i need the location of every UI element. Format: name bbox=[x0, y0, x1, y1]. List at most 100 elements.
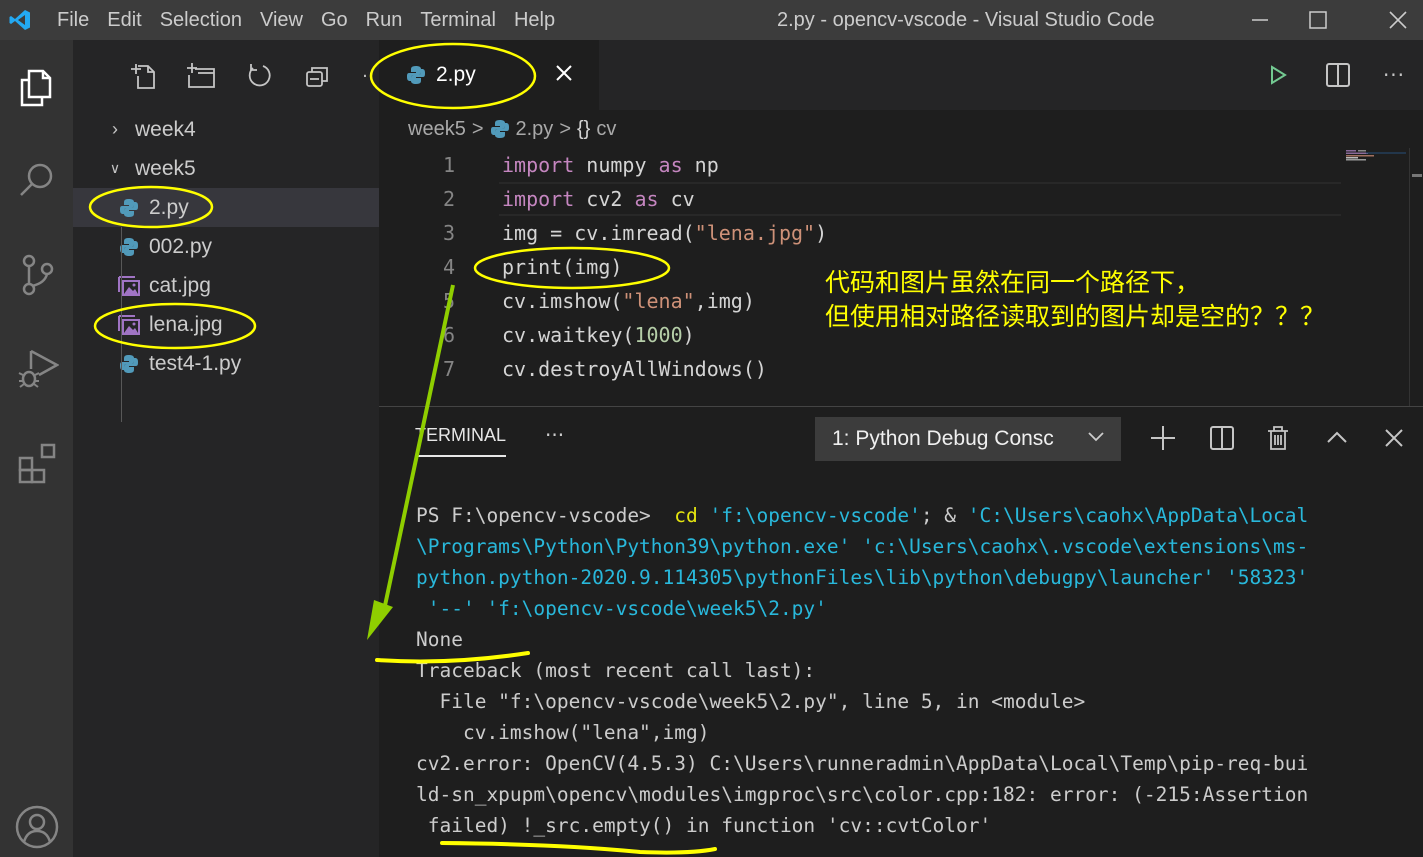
activity-explorer[interactable] bbox=[0, 52, 73, 122]
activity-accounts[interactable] bbox=[0, 792, 73, 857]
code-token: import bbox=[502, 187, 575, 211]
close-icon bbox=[1389, 11, 1407, 29]
close-panel-button[interactable] bbox=[1377, 421, 1411, 455]
terminal-output[interactable]: PS F:\opencv-vscode> cd 'f:\opencv-vscod… bbox=[416, 500, 1416, 841]
maximize-button[interactable] bbox=[1290, 0, 1346, 40]
more-icon: · bbox=[362, 65, 368, 87]
kill-terminal-button[interactable] bbox=[1261, 421, 1295, 455]
explorer-sidebar: · › week4 ∨ week5 2.py 002.py cat.jpg le… bbox=[73, 40, 379, 857]
run-debug-icon bbox=[18, 349, 59, 388]
menu-view[interactable]: View bbox=[251, 0, 312, 40]
code-token: cv.waitkey( bbox=[502, 323, 635, 347]
terminal-segment: Traceback (most recent call last): bbox=[416, 659, 816, 682]
activity-extensions[interactable] bbox=[0, 428, 73, 498]
scrollbar-thumb[interactable] bbox=[1412, 174, 1422, 177]
code-token: ,img) bbox=[694, 289, 755, 313]
tab-2py[interactable]: 2.py bbox=[379, 40, 599, 110]
panel-more-button[interactable]: ··· bbox=[545, 423, 564, 447]
bottom-panel: TERMINAL ··· 1: Python Debug Consc PS F:… bbox=[379, 406, 1423, 857]
code-token: "lena.jpg" bbox=[694, 221, 816, 245]
tree-file-test4-1py[interactable]: test4-1.py bbox=[73, 344, 379, 383]
menu-edit[interactable]: Edit bbox=[98, 0, 150, 40]
tree-label: lena.jpg bbox=[149, 312, 223, 336]
breadcrumb-symbol[interactable]: cv bbox=[596, 118, 616, 141]
maximize-panel-button[interactable] bbox=[1320, 421, 1354, 455]
terminal-line: None bbox=[416, 624, 1416, 655]
extensions-icon bbox=[18, 443, 55, 484]
terminal-segment: File "f:\opencv-vscode\week5\2.py", line… bbox=[416, 690, 1086, 713]
line-number: 4 bbox=[442, 255, 455, 279]
explorer-more-button[interactable]: · bbox=[355, 60, 375, 92]
refresh-explorer-button[interactable] bbox=[243, 60, 275, 92]
code-line[interactable]: 7 cv.destroyAllWindows() bbox=[379, 352, 1339, 386]
code-token: numpy bbox=[574, 153, 659, 177]
minimize-button[interactable] bbox=[1232, 0, 1288, 40]
code-token: "lena" bbox=[622, 289, 695, 313]
annotation-note: 代码和图片虽然在同一个路径下， 但使用相对路径读取到的图片却是空的？？？ bbox=[825, 268, 1326, 331]
tab-terminal[interactable]: TERMINAL bbox=[415, 425, 507, 457]
line-number: 7 bbox=[442, 357, 455, 381]
terminal-segment: ld-sn_xpupm\opencv\modules\imgproc\src\c… bbox=[416, 783, 1309, 806]
terminal-segment: cd bbox=[674, 504, 698, 527]
menu-help[interactable]: Help bbox=[505, 0, 564, 40]
close-window-button[interactable] bbox=[1370, 0, 1423, 40]
split-editor-button[interactable] bbox=[1321, 58, 1355, 92]
vscode-logo-icon bbox=[0, 0, 40, 40]
source-control-icon bbox=[22, 254, 53, 296]
python-file-icon bbox=[117, 197, 141, 219]
new-file-icon bbox=[131, 64, 155, 89]
tree-file-002py[interactable]: 002.py bbox=[73, 227, 379, 266]
tree-file-lenajpg[interactable]: lena.jpg bbox=[73, 305, 379, 344]
new-file-button[interactable] bbox=[128, 60, 160, 92]
line-number: 1 bbox=[442, 153, 455, 177]
line-number: 2 bbox=[442, 187, 455, 211]
collapse-all-button[interactable] bbox=[301, 60, 333, 92]
terminal-line: PS F:\opencv-vscode> cd 'f:\opencv-vscod… bbox=[416, 500, 1416, 531]
terminal-segment: None bbox=[416, 628, 463, 651]
activity-run-debug[interactable] bbox=[0, 332, 73, 402]
chevron-right-icon: › bbox=[112, 119, 118, 139]
menu-file[interactable]: File bbox=[48, 0, 98, 40]
breadcrumb-folder[interactable]: week5 bbox=[408, 118, 466, 141]
tree-file-catjpg[interactable]: cat.jpg bbox=[73, 266, 379, 305]
split-terminal-button[interactable] bbox=[1205, 421, 1239, 455]
chevron-down-icon bbox=[1085, 425, 1107, 453]
terminal-select-dropdown[interactable]: 1: Python Debug Consc bbox=[815, 417, 1121, 461]
menu-go[interactable]: Go bbox=[312, 0, 357, 40]
code-line[interactable]: 2 import cv2 as cv bbox=[379, 182, 1341, 216]
code-line[interactable]: 3 img = cv.imread("lena.jpg") bbox=[379, 216, 1339, 250]
editor-more-actions-button[interactable]: ··· bbox=[1377, 58, 1411, 92]
menu-run[interactable]: Run bbox=[357, 0, 412, 40]
menu-terminal[interactable]: Terminal bbox=[411, 0, 505, 40]
terminal-line: Traceback (most recent call last): bbox=[416, 655, 1416, 686]
new-terminal-button[interactable] bbox=[1146, 421, 1180, 455]
split-terminal-icon bbox=[1210, 426, 1234, 450]
tree-label: 002.py bbox=[149, 234, 213, 258]
run-python-file-button[interactable] bbox=[1261, 58, 1295, 92]
breadcrumb-separator: > bbox=[471, 117, 484, 140]
editor-scrollbar[interactable] bbox=[1409, 148, 1423, 406]
terminal-line: ld-sn_xpupm\opencv\modules\imgproc\src\c… bbox=[416, 779, 1416, 810]
module-symbol-icon: {} bbox=[577, 117, 591, 140]
chevron-down-icon: ∨ bbox=[109, 160, 121, 176]
terminal-line: File "f:\opencv-vscode\week5\2.py", line… bbox=[416, 686, 1416, 717]
code-token: cv.imshow( bbox=[502, 289, 623, 313]
breadcrumb-file[interactable]: 2.py bbox=[516, 118, 554, 141]
minimap[interactable] bbox=[1346, 150, 1406, 162]
editor-tab-bar: 2.py ··· bbox=[379, 40, 1423, 110]
breadcrumb: week5 > 2.py > {} cv bbox=[379, 110, 1423, 148]
terminal-segment: cv.imshow("lena",img) bbox=[416, 721, 710, 744]
line-number: 5 bbox=[442, 289, 455, 313]
activity-search[interactable] bbox=[0, 145, 73, 215]
new-folder-button[interactable] bbox=[185, 60, 217, 92]
code-token: cv bbox=[658, 187, 695, 211]
tree-folder-week4[interactable]: › week4 bbox=[73, 110, 379, 149]
menu-selection[interactable]: Selection bbox=[151, 0, 251, 40]
refresh-icon bbox=[248, 64, 271, 87]
new-terminal-icon bbox=[1151, 426, 1175, 450]
tree-file-2py[interactable]: 2.py bbox=[73, 188, 379, 227]
code-line[interactable]: 1 import numpy as np bbox=[379, 148, 1339, 182]
activity-source-control[interactable] bbox=[0, 240, 73, 310]
tree-folder-week5[interactable]: ∨ week5 bbox=[73, 149, 379, 188]
tab-close-button[interactable] bbox=[553, 62, 575, 84]
